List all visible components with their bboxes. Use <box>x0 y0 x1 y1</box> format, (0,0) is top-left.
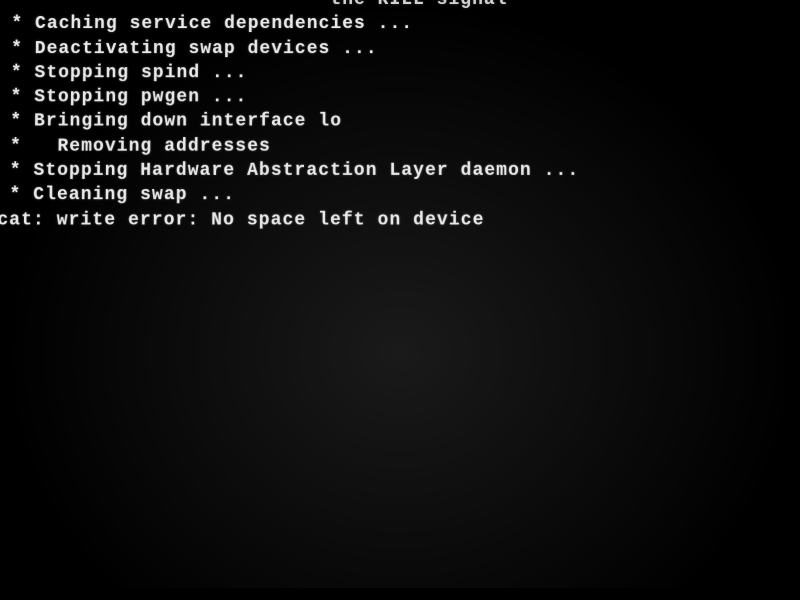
console-line: the KILL signal <box>0 0 800 12</box>
console-line: * Cleaning swap ... <box>0 183 800 208</box>
console-line: * Stopping Hardware Abstraction Layer da… <box>0 159 800 184</box>
console-line: * Caching service dependencies ... <box>0 12 800 36</box>
terminal-output: the KILL signal * Caching service depend… <box>0 0 800 233</box>
console-line: * Removing addresses <box>0 134 800 159</box>
console-line: * Deactivating swap devices ... <box>0 37 800 61</box>
console-line: * Stopping pwgen ... <box>0 85 800 109</box>
console-line: * Stopping spind ... <box>0 61 800 85</box>
console-line: * Bringing down interface lo <box>0 110 800 134</box>
error-line: cat: write error: No space left on devic… <box>0 208 800 233</box>
